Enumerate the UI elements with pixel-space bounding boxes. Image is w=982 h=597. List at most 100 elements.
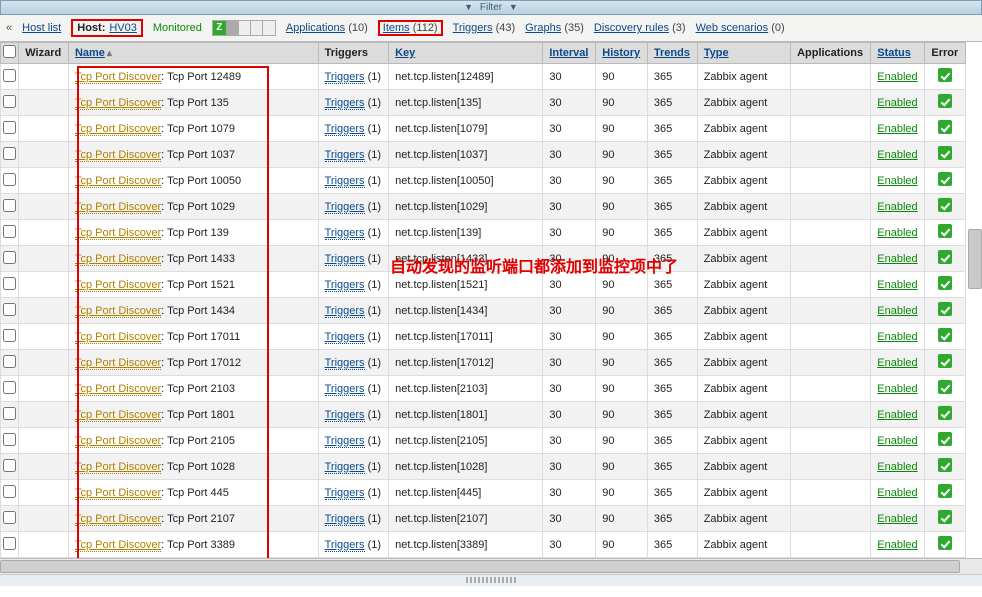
status-link[interactable]: Enabled [877, 331, 917, 343]
row-checkbox[interactable] [3, 537, 16, 550]
row-checkbox[interactable] [3, 69, 16, 82]
cell-checkbox[interactable] [1, 532, 19, 558]
cell-checkbox[interactable] [1, 194, 19, 220]
triggers-link[interactable]: Triggers [325, 487, 365, 500]
col-name[interactable]: Name▴ [68, 43, 318, 64]
status-link[interactable]: Enabled [877, 435, 917, 447]
col-name-sort[interactable]: Name [75, 47, 105, 59]
cell-checkbox[interactable] [1, 116, 19, 142]
triggers-link[interactable]: Triggers [325, 71, 365, 84]
col-status-sort[interactable]: Status [877, 47, 911, 59]
triggers-link[interactable]: Triggers [325, 539, 365, 552]
status-link[interactable]: Enabled [877, 409, 917, 421]
discover-prefix-link[interactable]: Tcp Port Discover [75, 513, 161, 526]
discover-prefix-link[interactable]: Tcp Port Discover [75, 97, 161, 110]
status-link[interactable]: Enabled [877, 97, 917, 109]
status-link[interactable]: Enabled [877, 253, 917, 265]
col-trends[interactable]: Trends [647, 43, 697, 64]
triggers-link[interactable]: Triggers [325, 461, 365, 474]
status-link[interactable]: Enabled [877, 539, 917, 551]
discover-prefix-link[interactable]: Tcp Port Discover [75, 201, 161, 214]
filter-bar[interactable]: ▼ Filter ▼ [0, 0, 982, 15]
discover-prefix-link[interactable]: Tcp Port Discover [75, 71, 161, 84]
graphs-link[interactable]: Graphs [525, 22, 561, 34]
pager-handle[interactable] [0, 574, 982, 586]
status-link[interactable]: Enabled [877, 305, 917, 317]
cell-checkbox[interactable] [1, 168, 19, 194]
col-key[interactable]: Key [389, 43, 543, 64]
scrollbar-thumb[interactable] [0, 560, 960, 573]
row-checkbox[interactable] [3, 511, 16, 524]
triggers-link[interactable]: Triggers [325, 201, 365, 214]
cell-checkbox[interactable] [1, 506, 19, 532]
row-checkbox[interactable] [3, 225, 16, 238]
discover-prefix-link[interactable]: Tcp Port Discover [75, 149, 161, 162]
discover-prefix-link[interactable]: Tcp Port Discover [75, 305, 161, 318]
discover-prefix-link[interactable]: Tcp Port Discover [75, 383, 161, 396]
row-checkbox[interactable] [3, 199, 16, 212]
row-checkbox[interactable] [3, 121, 16, 134]
col-history-sort[interactable]: History [602, 47, 640, 59]
row-checkbox[interactable] [3, 147, 16, 160]
status-link[interactable]: Enabled [877, 279, 917, 291]
cell-checkbox[interactable] [1, 142, 19, 168]
cell-checkbox[interactable] [1, 298, 19, 324]
discover-prefix-link[interactable]: Tcp Port Discover [75, 487, 161, 500]
cell-checkbox[interactable] [1, 90, 19, 116]
discovery-link[interactable]: Discovery rules [594, 22, 669, 34]
col-trends-sort[interactable]: Trends [654, 47, 690, 59]
discover-prefix-link[interactable]: Tcp Port Discover [75, 253, 161, 266]
items-link[interactable]: Items [383, 22, 410, 34]
status-link[interactable]: Enabled [877, 357, 917, 369]
row-checkbox[interactable] [3, 485, 16, 498]
status-link[interactable]: Enabled [877, 201, 917, 213]
status-link[interactable]: Enabled [877, 461, 917, 473]
col-type-sort[interactable]: Type [704, 47, 729, 59]
vertical-scrollbar[interactable] [968, 229, 982, 289]
row-checkbox[interactable] [3, 407, 16, 420]
col-checkall[interactable] [1, 43, 19, 64]
cell-checkbox[interactable] [1, 454, 19, 480]
triggers-link[interactable]: Triggers [325, 175, 365, 188]
col-type[interactable]: Type [697, 43, 790, 64]
cell-checkbox[interactable] [1, 480, 19, 506]
status-link[interactable]: Enabled [877, 123, 917, 135]
triggers-link[interactable]: Triggers [325, 227, 365, 240]
row-checkbox[interactable] [3, 329, 16, 342]
row-checkbox[interactable] [3, 251, 16, 264]
hostlist-link[interactable]: Host list [22, 22, 61, 34]
status-link[interactable]: Enabled [877, 71, 917, 83]
triggers-link[interactable]: Triggers [325, 253, 365, 266]
discover-prefix-link[interactable]: Tcp Port Discover [75, 331, 161, 344]
row-checkbox[interactable] [3, 277, 16, 290]
cell-checkbox[interactable] [1, 428, 19, 454]
discover-prefix-link[interactable]: Tcp Port Discover [75, 461, 161, 474]
discover-prefix-link[interactable]: Tcp Port Discover [75, 409, 161, 422]
status-link[interactable]: Enabled [877, 487, 917, 499]
triggers-link[interactable]: Triggers [453, 22, 493, 34]
status-link[interactable]: Enabled [877, 175, 917, 187]
horizontal-scrollbar[interactable] [0, 558, 982, 574]
cell-checkbox[interactable] [1, 402, 19, 428]
status-link[interactable]: Enabled [877, 227, 917, 239]
discover-prefix-link[interactable]: Tcp Port Discover [75, 279, 161, 292]
triggers-link[interactable]: Triggers [325, 123, 365, 136]
discover-prefix-link[interactable]: Tcp Port Discover [75, 539, 161, 552]
col-history[interactable]: History [596, 43, 648, 64]
applications-link[interactable]: Applications [286, 22, 345, 34]
triggers-link[interactable]: Triggers [325, 331, 365, 344]
row-checkbox[interactable] [3, 381, 16, 394]
discover-prefix-link[interactable]: Tcp Port Discover [75, 435, 161, 448]
discover-prefix-link[interactable]: Tcp Port Discover [75, 357, 161, 370]
triggers-link[interactable]: Triggers [325, 149, 365, 162]
col-status[interactable]: Status [871, 43, 925, 64]
triggers-link[interactable]: Triggers [325, 409, 365, 422]
cell-checkbox[interactable] [1, 376, 19, 402]
triggers-link[interactable]: Triggers [325, 435, 365, 448]
col-interval[interactable]: Interval [543, 43, 596, 64]
triggers-link[interactable]: Triggers [325, 357, 365, 370]
cell-checkbox[interactable] [1, 324, 19, 350]
discover-prefix-link[interactable]: Tcp Port Discover [75, 175, 161, 188]
discover-prefix-link[interactable]: Tcp Port Discover [75, 123, 161, 136]
cell-checkbox[interactable] [1, 64, 19, 90]
